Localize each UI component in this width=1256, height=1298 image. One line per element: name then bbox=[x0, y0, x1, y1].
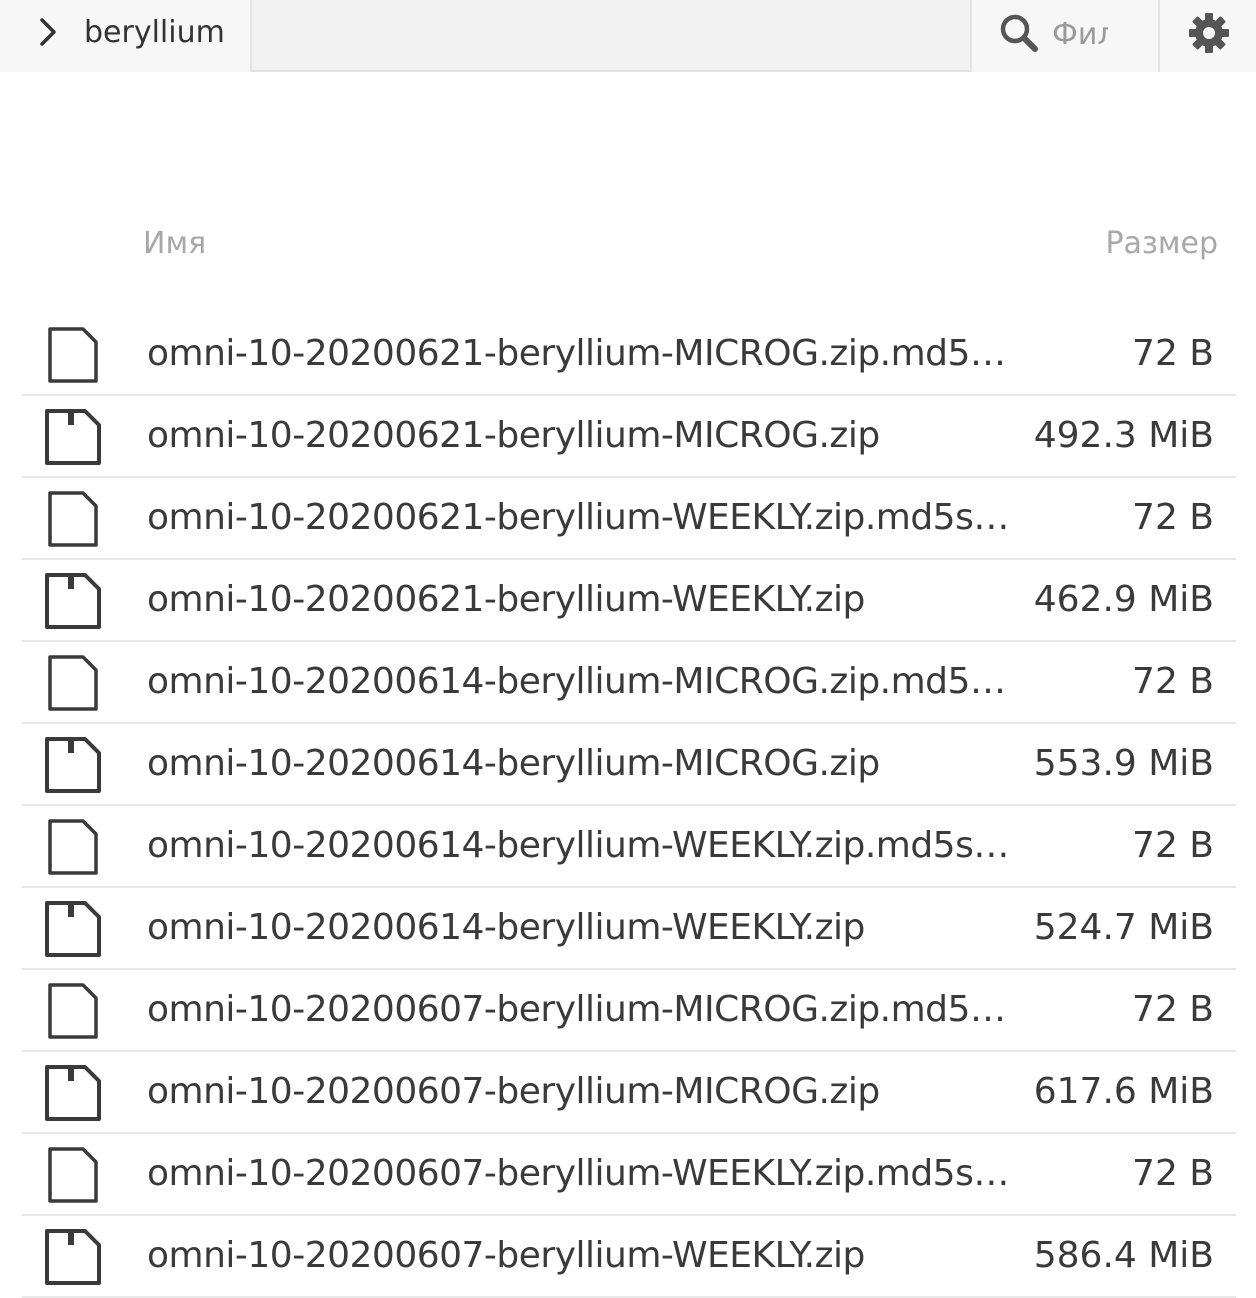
file-size: 72 B bbox=[1132, 989, 1214, 1030]
file-row[interactable]: omni-10-20200621-beryllium-MICROG.zip.md… bbox=[22, 314, 1236, 396]
file-name: omni-10-20200621-beryllium-WEEKLY.zip bbox=[147, 579, 865, 620]
breadcrumb[interactable]: beryllium bbox=[0, 0, 252, 72]
archive-icon bbox=[44, 408, 102, 466]
file-size: 462.9 MiB bbox=[1033, 579, 1214, 620]
archive-icon bbox=[44, 572, 102, 630]
file-size: 617.6 MiB bbox=[1033, 1071, 1214, 1112]
file-row[interactable]: omni-10-20200621-beryllium-WEEKLY.zip 462… bbox=[22, 560, 1236, 642]
file-name: omni-10-20200621-beryllium-MICROG.zip bbox=[147, 415, 880, 456]
file-list: omni-10-20200621-beryllium-MICROG.zip.md… bbox=[22, 314, 1236, 1298]
table-header: Имя Размер bbox=[0, 220, 1256, 270]
filter-box[interactable] bbox=[970, 0, 1160, 72]
search-icon bbox=[1000, 14, 1038, 52]
file-icon bbox=[44, 982, 102, 1040]
file-size: 72 B bbox=[1132, 1153, 1214, 1194]
settings-button[interactable] bbox=[1160, 0, 1256, 72]
file-row[interactable]: omni-10-20200607-beryllium-MICROG.zip 617… bbox=[22, 1052, 1236, 1134]
file-row[interactable]: omni-10-20200607-beryllium-MICROG.zip.md… bbox=[22, 970, 1236, 1052]
breadcrumb-label: beryllium bbox=[84, 15, 225, 50]
column-header-name[interactable]: Имя bbox=[143, 226, 206, 261]
file-icon bbox=[44, 818, 102, 876]
toolbar: beryllium bbox=[0, 0, 1256, 72]
file-icon bbox=[44, 490, 102, 548]
file-size: 72 B bbox=[1132, 333, 1214, 374]
file-row[interactable]: omni-10-20200607-beryllium-WEEKLY.zip 586… bbox=[22, 1216, 1236, 1298]
file-name: omni-10-20200607-beryllium-WEEKLY.zip.md… bbox=[147, 1153, 1017, 1194]
file-row[interactable]: omni-10-20200607-beryllium-WEEKLY.zip.md… bbox=[22, 1134, 1236, 1216]
file-icon bbox=[44, 1146, 102, 1204]
file-row[interactable]: omni-10-20200614-beryllium-MICROG.zip 553… bbox=[22, 724, 1236, 806]
file-size: 72 B bbox=[1132, 661, 1214, 702]
file-size: 586.4 MiB bbox=[1033, 1235, 1214, 1276]
file-size: 553.9 MiB bbox=[1033, 743, 1214, 784]
file-name: omni-10-20200614-beryllium-WEEKLY.zip bbox=[147, 907, 865, 948]
archive-icon bbox=[44, 900, 102, 958]
archive-icon bbox=[44, 1064, 102, 1122]
file-icon bbox=[44, 326, 102, 384]
file-name: omni-10-20200614-beryllium-WEEKLY.zip.md… bbox=[147, 825, 1017, 866]
file-name: omni-10-20200621-beryllium-WEEKLY.zip.md… bbox=[147, 497, 1017, 538]
file-size: 492.3 MiB bbox=[1033, 415, 1214, 456]
file-row[interactable]: omni-10-20200621-beryllium-WEEKLY.zip.md… bbox=[22, 478, 1236, 560]
chevron-right-icon bbox=[40, 18, 56, 46]
archive-icon bbox=[44, 1228, 102, 1286]
file-size: 72 B bbox=[1132, 825, 1214, 866]
filter-input[interactable] bbox=[1052, 14, 1108, 54]
file-icon bbox=[44, 654, 102, 712]
file-size: 72 B bbox=[1132, 497, 1214, 538]
file-row[interactable]: omni-10-20200614-beryllium-WEEKLY.zip.md… bbox=[22, 806, 1236, 888]
file-size: 524.7 MiB bbox=[1033, 907, 1214, 948]
file-name: omni-10-20200607-beryllium-MICROG.zip.md… bbox=[147, 989, 1017, 1030]
file-row[interactable]: omni-10-20200614-beryllium-WEEKLY.zip 524… bbox=[22, 888, 1236, 970]
column-header-size[interactable]: Размер bbox=[1105, 226, 1218, 261]
archive-icon bbox=[44, 736, 102, 794]
file-name: omni-10-20200607-beryllium-WEEKLY.zip bbox=[147, 1235, 865, 1276]
file-name: omni-10-20200614-beryllium-MICROG.zip bbox=[147, 743, 880, 784]
file-row[interactable]: omni-10-20200621-beryllium-MICROG.zip 492… bbox=[22, 396, 1236, 478]
file-name: omni-10-20200614-beryllium-MICROG.zip.md… bbox=[147, 661, 1017, 702]
file-row[interactable]: omni-10-20200614-beryllium-MICROG.zip.md… bbox=[22, 642, 1236, 724]
file-name: omni-10-20200607-beryllium-MICROG.zip bbox=[147, 1071, 880, 1112]
gear-icon bbox=[1189, 13, 1229, 53]
file-name: omni-10-20200621-beryllium-MICROG.zip.md… bbox=[147, 333, 1017, 374]
